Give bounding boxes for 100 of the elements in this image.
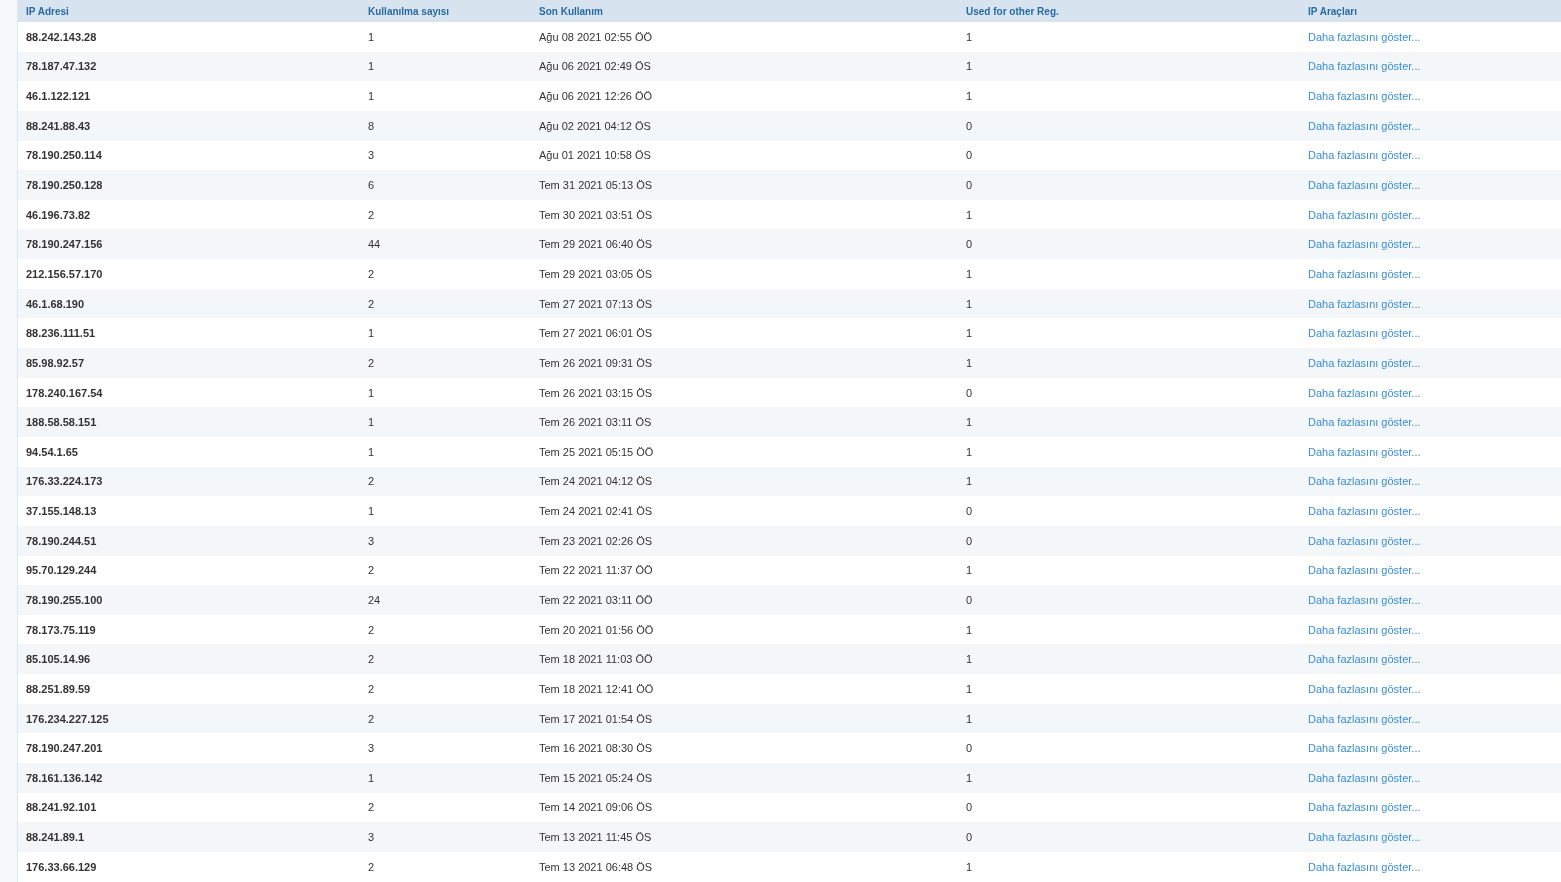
show-more-link[interactable]: Daha fazlasını göster... xyxy=(1308,505,1421,518)
ip-address-cell: 78.190.255.100 xyxy=(18,585,360,615)
last-used-cell-text: Ağu 01 2021 10:58 ÖS xyxy=(538,148,652,164)
show-more-link[interactable]: Daha fazlasını göster... xyxy=(1308,416,1421,429)
other-reg-cell: 1 xyxy=(958,763,1300,793)
last-used-cell: Tem 31 2021 05:13 ÖS xyxy=(531,170,958,200)
usage-count-cell-text: 1 xyxy=(367,385,376,401)
last-used-cell-text: Tem 29 2021 03:05 ÖS xyxy=(538,266,654,282)
show-more-link[interactable]: Daha fazlasını göster... xyxy=(1308,445,1421,458)
show-more-link[interactable]: Daha fazlasını göster... xyxy=(1308,179,1421,191)
show-more-link[interactable]: Daha fazlasını göster... xyxy=(1308,712,1421,725)
other-reg-cell-text: 0 xyxy=(965,800,974,816)
show-more-link[interactable]: Daha fazlasını göster... xyxy=(1308,653,1421,666)
show-more-link[interactable]: Daha fazlasını göster... xyxy=(1308,801,1421,814)
last-used-cell-text: Tem 24 2021 02:41 ÖS xyxy=(538,504,654,520)
last-used-cell-text: Ağu 06 2021 12:26 ÖÖ xyxy=(538,89,654,105)
usage-count-cell-text: 1 xyxy=(367,89,376,105)
other-reg-cell-text: 1 xyxy=(965,326,974,342)
other-reg-cell: 1 xyxy=(958,466,1300,497)
last-used-cell: Tem 26 2021 03:11 ÖS xyxy=(531,407,958,437)
show-more-link[interactable]: Daha fazlasını göster... xyxy=(1308,623,1421,636)
usage-count-cell: 24 xyxy=(360,585,531,615)
other-reg-cell: 0 xyxy=(958,229,1300,260)
show-more-link[interactable]: Daha fazlasını göster... xyxy=(1308,90,1421,103)
show-more-link[interactable]: Daha fazlasını göster... xyxy=(1308,149,1421,162)
show-more-link[interactable]: Daha fazlasını göster... xyxy=(1308,771,1421,784)
show-more-link[interactable]: Daha fazlasını göster... xyxy=(1308,327,1421,340)
usage-count-cell: 3 xyxy=(360,822,531,852)
show-more-link[interactable]: Daha fazlasını göster... xyxy=(1308,594,1421,606)
ip-address-cell: 78.190.250.128 xyxy=(18,170,360,200)
other-reg-cell-text: 0 xyxy=(965,741,974,757)
show-more-link[interactable]: Daha fazlasını göster... xyxy=(1308,534,1421,547)
ip-address-cell-text: 46.1.122.121 xyxy=(25,89,92,105)
usage-count-cell-text: 1 xyxy=(367,504,376,520)
show-more-link[interactable]: Daha fazlasını göster... xyxy=(1308,208,1421,221)
show-more-link[interactable]: Daha fazlasını göster... xyxy=(1308,386,1421,399)
show-more-link[interactable]: Daha fazlasını göster... xyxy=(1308,297,1421,310)
last-used-cell-text: Tem 14 2021 09:06 ÖS xyxy=(538,800,654,816)
ip-address-cell-text: 94.54.1.65 xyxy=(25,444,79,460)
show-more-link[interactable]: Daha fazlasını göster... xyxy=(1308,60,1421,73)
last-used-cell: Tem 24 2021 04:12 ÖS xyxy=(531,466,958,497)
column-header[interactable]: Son Kullanım xyxy=(531,0,958,22)
ip-address-cell: 78.161.136.142 xyxy=(18,763,360,793)
ip-address-cell-text: 46.196.73.82 xyxy=(25,207,92,223)
usage-count-cell: 2 xyxy=(360,466,531,497)
column-header[interactable]: Used for other Reg. xyxy=(958,0,1300,22)
last-used-cell-text: Tem 18 2021 12:41 ÖÖ xyxy=(538,681,655,697)
column-header[interactable]: Kullanılma sayısı xyxy=(360,0,531,22)
other-reg-cell-text: 1 xyxy=(965,266,974,282)
ip-address-cell: 188.58.58.151 xyxy=(18,407,360,437)
show-more-link[interactable]: Daha fazlasını göster... xyxy=(1308,475,1421,488)
column-header[interactable]: IP Adresi xyxy=(18,0,360,22)
show-more-link[interactable]: Daha fazlasını göster... xyxy=(1308,30,1421,43)
other-reg-cell: 0 xyxy=(958,822,1300,852)
ip-address-cell-text: 212.156.57.170 xyxy=(25,266,104,282)
ip-address-cell-text: 176.33.66.129 xyxy=(25,859,98,875)
ip-address-cell: 78.190.244.51 xyxy=(18,525,360,556)
last-used-cell-text: Tem 20 2021 01:56 ÖÖ xyxy=(538,622,655,638)
other-reg-cell: 1 xyxy=(958,703,1300,734)
other-reg-cell-text: 1 xyxy=(965,859,974,875)
usage-count-cell: 2 xyxy=(360,644,531,675)
last-used-cell: Tem 18 2021 11:03 ÖÖ xyxy=(531,644,958,675)
last-used-cell: Tem 23 2021 02:26 ÖS xyxy=(531,525,958,556)
ip-address-cell-text: 88.242.143.28 xyxy=(25,29,98,45)
ip-address-cell-text: 78.190.250.114 xyxy=(25,148,103,164)
ip-address-cell-text: 88.241.92.101 xyxy=(25,800,98,816)
show-more-link[interactable]: Daha fazlasını göster... xyxy=(1308,831,1421,844)
ip-address-cell: 88.241.88.43 xyxy=(18,110,360,141)
other-reg-cell-text: 1 xyxy=(965,29,974,45)
ip-address-cell: 176.234.227.125 xyxy=(18,703,360,734)
show-more-link[interactable]: Daha fazlasını göster... xyxy=(1308,742,1421,755)
other-reg-cell-text: 1 xyxy=(965,622,974,638)
other-reg-cell-text: 0 xyxy=(965,385,974,401)
last-used-cell: Tem 27 2021 07:13 ÖS xyxy=(531,288,958,319)
show-more-link[interactable]: Daha fazlasını göster... xyxy=(1308,682,1421,695)
show-more-link[interactable]: Daha fazlasını göster... xyxy=(1308,267,1421,280)
other-reg-cell: 1 xyxy=(958,348,1300,378)
show-more-link[interactable]: Daha fazlasını göster... xyxy=(1308,860,1421,873)
other-reg-cell-text: 1 xyxy=(965,89,974,105)
last-used-cell: Tem 26 2021 09:31 ÖS xyxy=(531,348,958,378)
usage-count-cell-text: 1 xyxy=(367,444,376,460)
show-more-link[interactable]: Daha fazlasını göster... xyxy=(1308,238,1421,251)
last-used-cell: Tem 29 2021 06:40 ÖS xyxy=(531,229,958,260)
column-header[interactable]: IP Araçları xyxy=(1300,0,1561,22)
ip-address-cell: 85.105.14.96 xyxy=(18,644,360,675)
usage-count-cell: 3 xyxy=(360,525,531,556)
other-reg-cell: 0 xyxy=(958,525,1300,556)
last-used-cell-text: Tem 30 2021 03:51 ÖS xyxy=(538,207,654,223)
ip-address-cell: 88.241.89.1 xyxy=(18,822,360,852)
show-more-link[interactable]: Daha fazlasını göster... xyxy=(1308,356,1421,369)
show-more-link[interactable]: Daha fazlasını göster... xyxy=(1308,564,1421,577)
usage-count-cell-text: 2 xyxy=(367,622,376,638)
ip-address-cell-text: 88.251.89.59 xyxy=(25,681,92,697)
other-reg-cell-text: 1 xyxy=(965,563,974,579)
other-reg-cell: 1 xyxy=(958,288,1300,319)
last-used-cell: Tem 13 2021 11:45 ÖS xyxy=(531,822,958,852)
usage-count-cell-text: 2 xyxy=(367,681,376,697)
ip-address-cell-text: 78.190.247.201 xyxy=(25,741,104,757)
show-more-link[interactable]: Daha fazlasını göster... xyxy=(1308,119,1421,132)
last-used-cell-text: Tem 13 2021 06:48 ÖS xyxy=(538,859,654,875)
